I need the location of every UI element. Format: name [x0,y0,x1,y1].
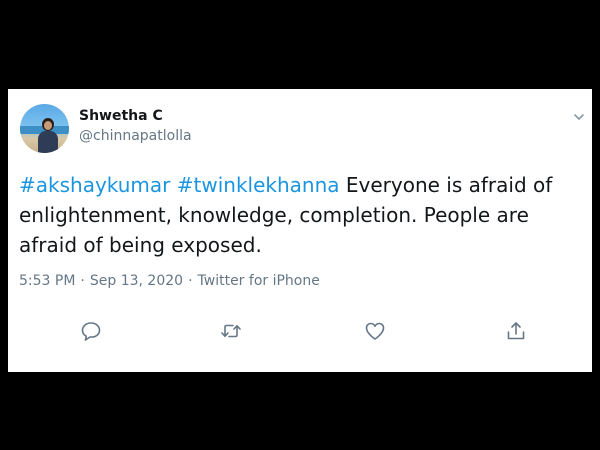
heart-icon[interactable] [363,319,387,343]
meta-separator: · [188,273,193,289]
action-bar [8,319,592,343]
tweet-meta: 5:53 PM · Sep 13, 2020 · Twitter for iPhone [19,273,320,289]
hashtag-link[interactable]: #twinklekhanna [177,173,340,197]
tweet-card[interactable]: Shwetha C @chinnapatlolla #akshaykumar #… [8,89,592,372]
tweet-text: #akshaykumar #twinklekhanna Everyone is … [19,170,579,260]
tweet-date[interactable]: Sep 13, 2020 [90,273,183,289]
chevron-down-icon[interactable] [572,109,586,123]
avatar[interactable] [20,104,69,153]
retweet-icon[interactable] [219,319,243,343]
tweet-time[interactable]: 5:53 PM [19,273,75,289]
reply-icon[interactable] [79,319,103,343]
share-icon[interactable] [504,319,528,343]
avatar-person-body [38,131,58,153]
hashtag-link[interactable]: #akshaykumar [19,173,170,197]
tweet-source[interactable]: Twitter for iPhone [198,273,320,289]
user-handle[interactable]: @chinnapatlolla [79,128,192,144]
avatar-person-face [44,121,52,130]
display-name[interactable]: Shwetha C [79,108,163,124]
meta-separator: · [80,273,85,289]
